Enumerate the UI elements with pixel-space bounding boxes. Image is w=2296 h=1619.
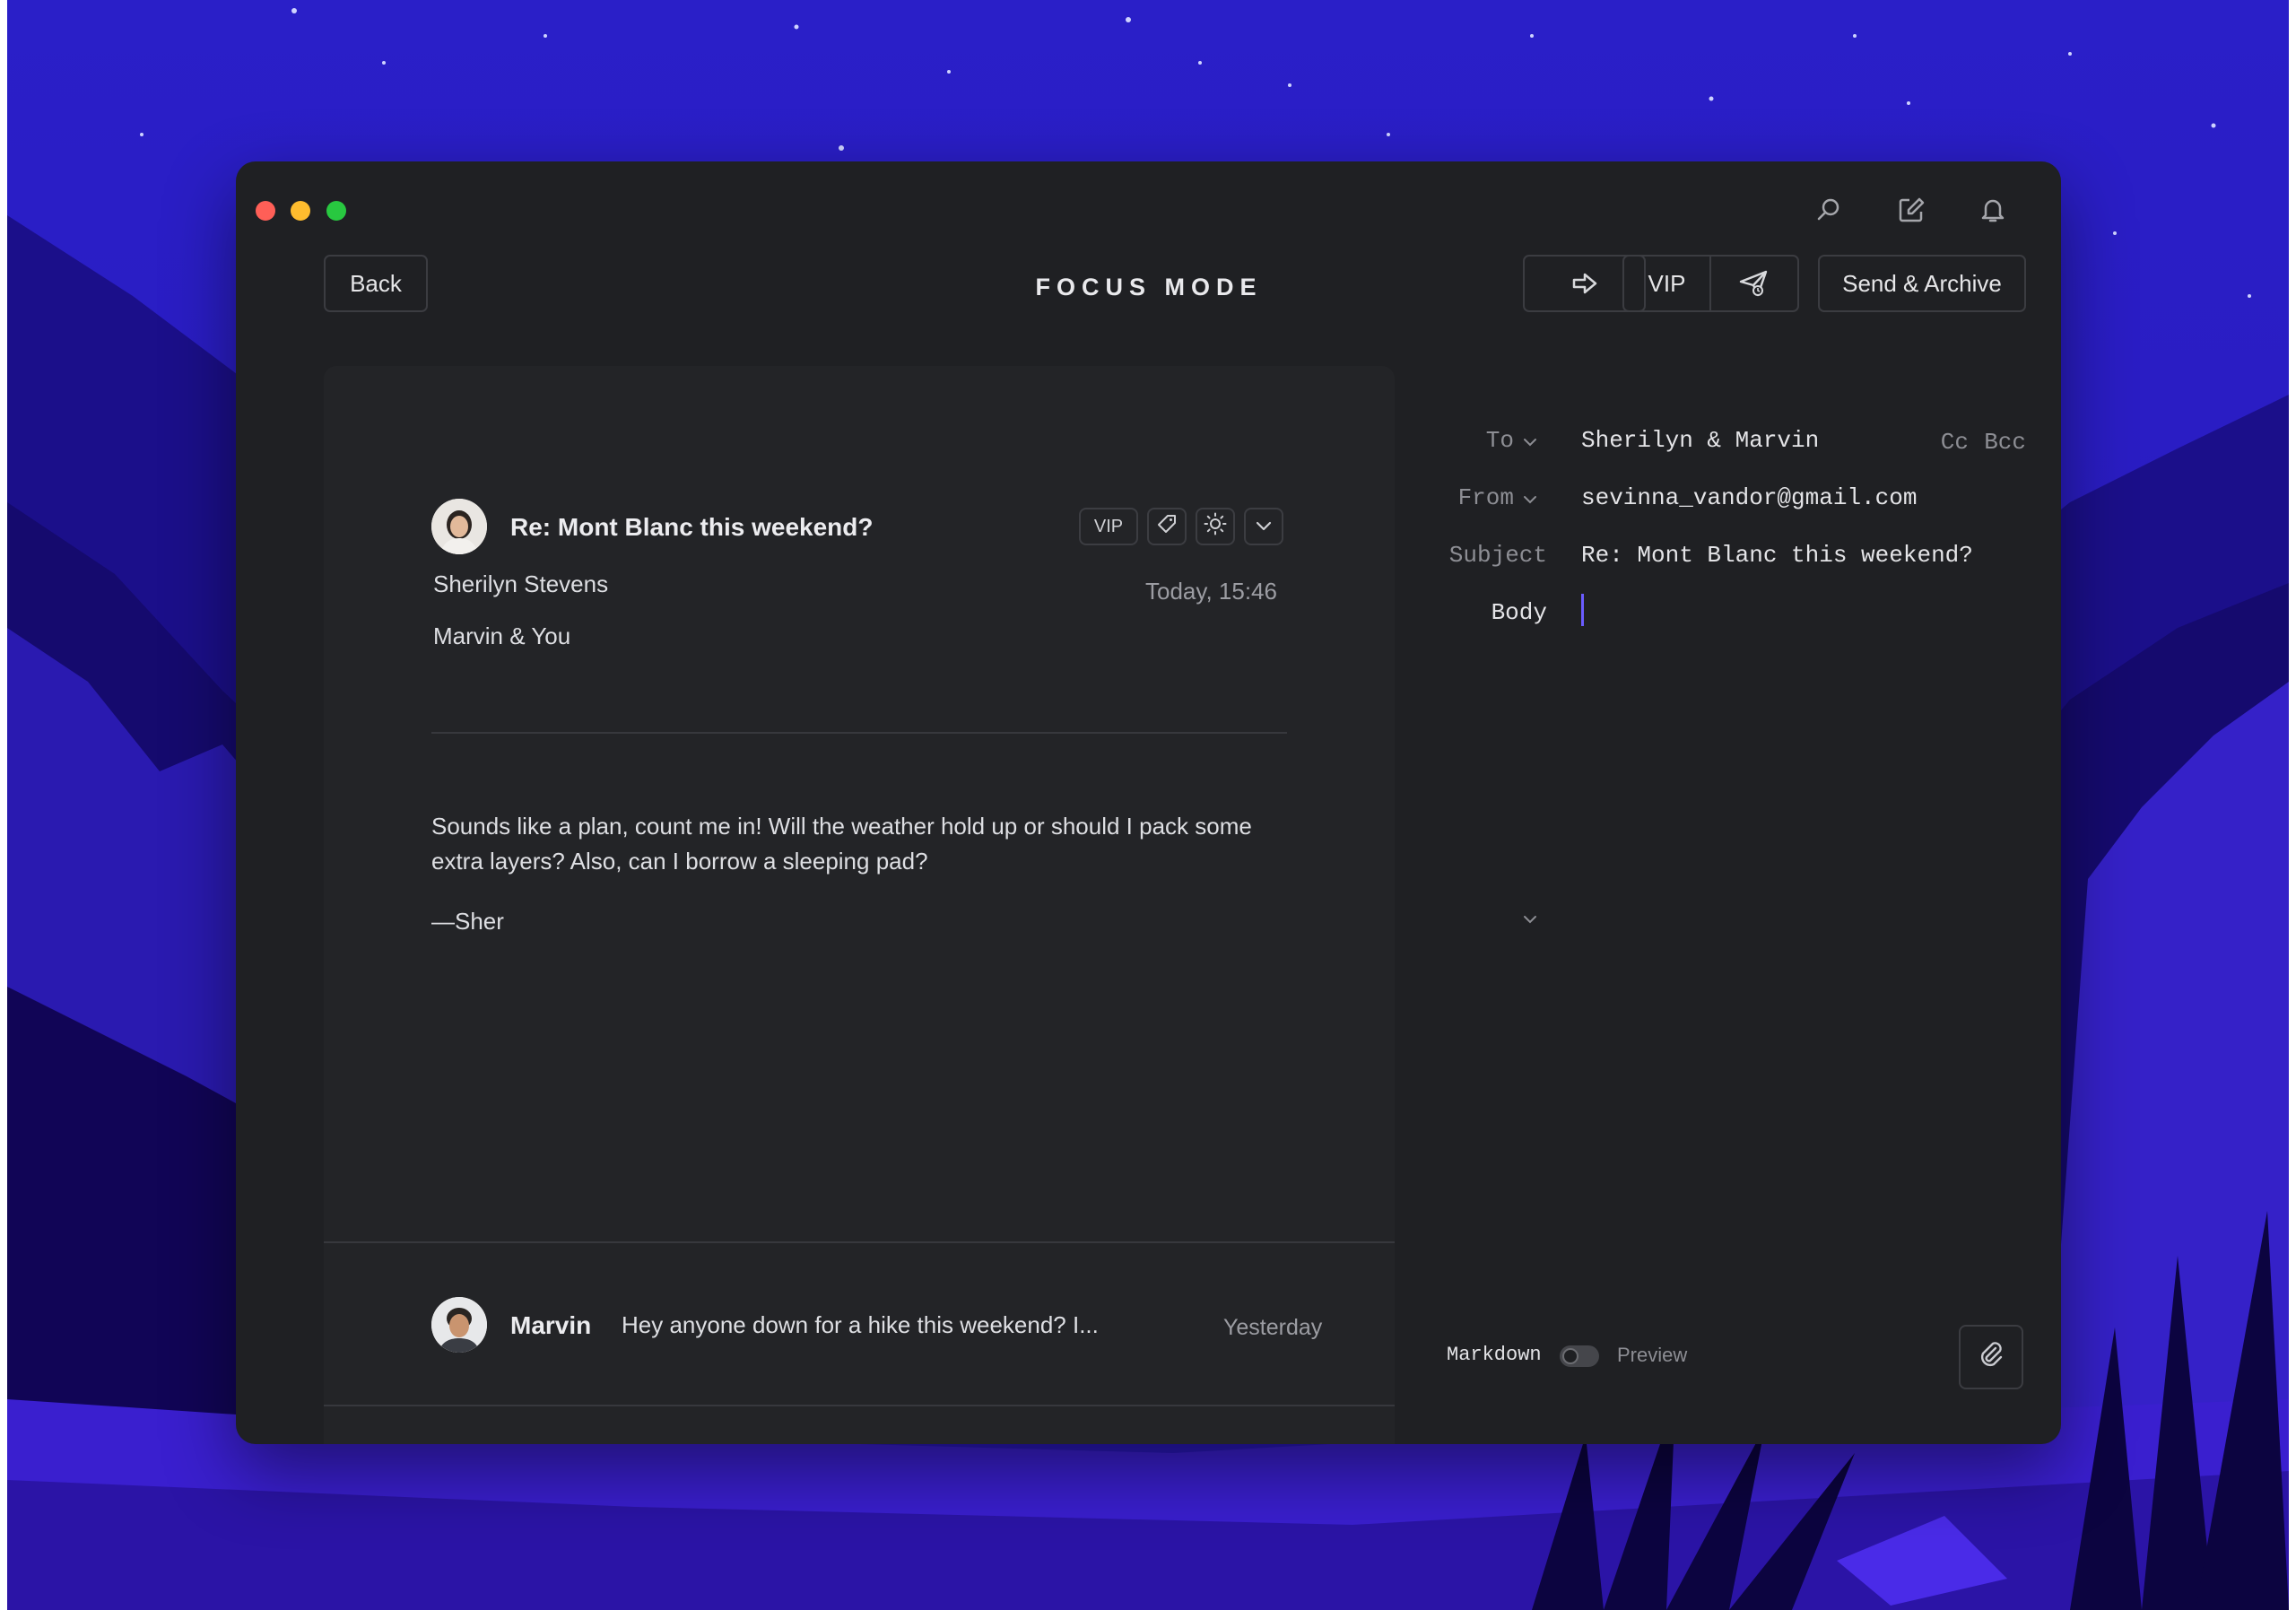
- markdown-preview-toggle[interactable]: [1560, 1345, 1599, 1367]
- bcc-button[interactable]: Bcc: [1979, 429, 2026, 456]
- previous-message-row[interactable]: Marvin Hey anyone down for a hike this w…: [324, 1243, 1395, 1405]
- cc-button[interactable]: Cc: [1933, 429, 1969, 456]
- email-signature: —Sher: [431, 908, 504, 935]
- recipients-line: Marvin & You: [433, 622, 571, 649]
- email-timestamp: Today, 15:46: [1145, 578, 1277, 605]
- brightness-button[interactable]: [1196, 508, 1235, 545]
- tag-icon: [1157, 514, 1177, 539]
- close-window-button[interactable]: [256, 201, 275, 221]
- sun-icon: [1204, 512, 1227, 541]
- preview-label: Preview: [1617, 1344, 1688, 1366]
- email-subject: Re: Mont Blanc this weekend?: [510, 513, 874, 541]
- sender-name: Sherilyn Stevens: [433, 570, 609, 597]
- body-editor[interactable]: [1576, 590, 2024, 967]
- page-title: FOCUS MODE: [1035, 274, 1263, 300]
- text-caret: [1581, 594, 1584, 626]
- from-chevron-icon[interactable]: [1522, 493, 1538, 509]
- previous-snippet: Hey anyone down for a hike this weekend?…: [622, 1311, 1099, 1338]
- markdown-label: Markdown: [1447, 1344, 1542, 1366]
- avatar-marvin: [431, 1297, 487, 1353]
- label-button[interactable]: [1147, 508, 1187, 545]
- to-label[interactable]: To: [1442, 427, 1514, 454]
- previous-sender: Marvin: [510, 1311, 592, 1339]
- back-button[interactable]: Back: [324, 255, 428, 312]
- subject-label: Subject: [1448, 542, 1547, 569]
- email-thread-panel: Re: Mont Blanc this weekend? VIP Sherily…: [324, 366, 1395, 1444]
- minimize-window-button[interactable]: [291, 201, 310, 221]
- vip-toggle-button[interactable]: VIP: [1622, 255, 1711, 312]
- to-chevron-icon[interactable]: [1522, 436, 1538, 452]
- to-field[interactable]: Sherilyn & Marvin: [1581, 427, 1819, 454]
- more-actions-button[interactable]: [1244, 508, 1283, 545]
- divider: [431, 732, 1287, 734]
- chevron-down-icon: [1255, 517, 1273, 537]
- bell-icon[interactable]: [1979, 196, 2007, 229]
- from-label[interactable]: From: [1406, 484, 1514, 511]
- compose-icon[interactable]: [1897, 196, 1926, 229]
- from-label-text: From: [1457, 484, 1514, 511]
- paperclip-icon: [1976, 1339, 2006, 1376]
- maximize-window-button[interactable]: [326, 201, 346, 221]
- previous-timestamp: Yesterday: [1223, 1315, 1323, 1340]
- avatar-sherilyn: [431, 499, 487, 554]
- from-field[interactable]: sevinna_vandor@gmail.com: [1581, 484, 1917, 511]
- send-and-archive-button[interactable]: Send & Archive: [1818, 255, 2026, 312]
- to-label-text: To: [1485, 427, 1514, 454]
- collapse-chevron-icon[interactable]: [1522, 913, 1538, 929]
- mail-window: Back FOCUS MODE VIP Send & Archive Re: M…: [236, 161, 2061, 1444]
- thread-divider-bottom: [324, 1405, 1395, 1406]
- body-label: Body: [1491, 599, 1547, 626]
- subject-field[interactable]: Re: Mont Blanc this weekend?: [1581, 542, 1973, 569]
- send-later-button[interactable]: [1709, 255, 1799, 312]
- attach-button[interactable]: [1959, 1325, 2023, 1389]
- forward-icon: [1570, 271, 1599, 296]
- search-icon[interactable]: [1814, 196, 1843, 229]
- send-later-icon: [1738, 269, 1769, 298]
- vip-chip[interactable]: VIP: [1079, 508, 1138, 545]
- email-body: Sounds like a plan, count me in! Will th…: [431, 813, 1252, 875]
